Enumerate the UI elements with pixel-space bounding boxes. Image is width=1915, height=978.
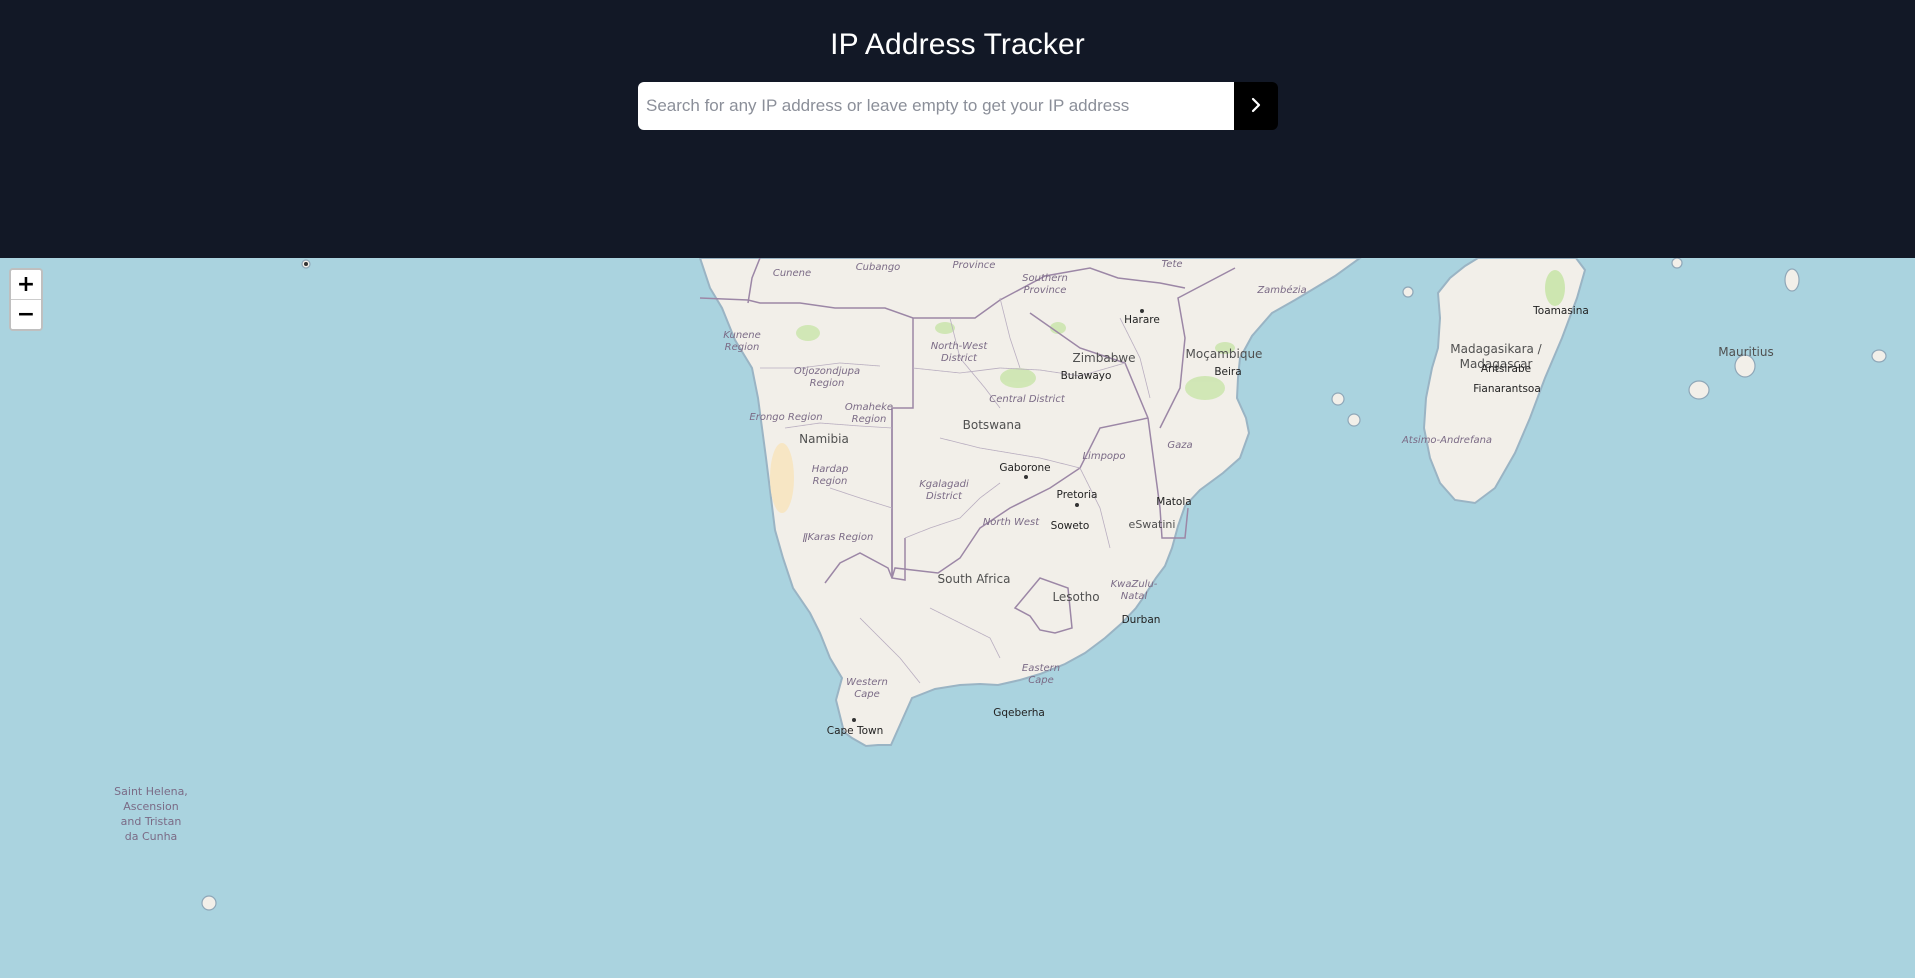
label-limpopo: Limpopo: [1082, 451, 1125, 462]
label-botswana: Botswana: [963, 418, 1022, 432]
label-saint-helena-1: Saint Helena,: [114, 785, 188, 798]
label-cuando-cubango: Cubango: [856, 262, 901, 273]
label-durban: Durban: [1122, 614, 1161, 626]
label-omaheke-1: Omaheke: [845, 402, 893, 413]
label-north-west-district-2: District: [941, 353, 978, 364]
madagascar-vegetation: [1545, 270, 1565, 306]
label-beira: Beira: [1214, 366, 1241, 378]
search-submit-button[interactable]: [1234, 82, 1278, 130]
label-south-africa: South Africa: [938, 572, 1011, 586]
label-tete: Tete: [1161, 259, 1182, 270]
label-kwazulu-1: KwaZulu-: [1111, 579, 1158, 590]
label-eastern-cape-2: Cape: [1028, 675, 1054, 686]
zoom-out-button[interactable]: −: [11, 300, 41, 329]
label-saint-helena-3: and Tristan: [121, 815, 182, 828]
label-soweto: Soweto: [1051, 520, 1090, 532]
label-kunene-2: Region: [725, 342, 760, 353]
header: IP Address Tracker: [0, 0, 1915, 258]
label-omaheke-2: Region: [852, 414, 887, 425]
label-hardap-1: Hardap: [812, 464, 849, 475]
label-kgalagadi-2: District: [926, 491, 963, 502]
label-central-district: Central District: [989, 394, 1066, 405]
label-gqeberha: Gqeberha: [993, 707, 1045, 719]
map-tiles: Namibia Botswana Zimbabwe Moçambique Sou…: [114, 258, 1887, 911]
ip-search-input[interactable]: [638, 82, 1234, 130]
label-saint-helena-2: Ascension: [123, 800, 179, 813]
label-namibia: Namibia: [799, 432, 849, 446]
map[interactable]: Namibia Botswana Zimbabwe Moçambique Sou…: [0, 258, 1915, 978]
label-eastern-cape-1: Eastern: [1022, 663, 1060, 674]
label-cunene: Cunene: [773, 268, 811, 279]
label-gaborone: Gaborone: [999, 462, 1050, 474]
label-otjozondjupa-1: Otjozondjupa: [794, 366, 860, 377]
page-title: IP Address Tracker: [830, 28, 1085, 61]
label-north-west: North West: [983, 517, 1040, 528]
label-erongo: Erongo Region: [749, 412, 822, 423]
label-matola: Matola: [1156, 496, 1191, 508]
label-kgalagadi-1: Kgalagadi: [919, 479, 969, 490]
zoom-in-button[interactable]: +: [11, 270, 41, 300]
label-eswatini: eSwatini: [1129, 518, 1176, 531]
label-mauritius: Mauritius: [1718, 345, 1773, 359]
label-north-west-district-1: North-West: [931, 341, 989, 352]
label-hardap-2: Region: [813, 476, 848, 487]
label-antsirabe: Antsirabe: [1481, 363, 1531, 375]
label-zimbabwe: Zimbabwe: [1072, 351, 1135, 365]
label-lesotho: Lesotho: [1052, 590, 1099, 604]
label-southern-1: Southern: [1022, 273, 1068, 284]
label-karas: ǁKaras Region: [803, 532, 874, 543]
label-mocambique: Moçambique: [1186, 347, 1263, 361]
label-harare: Harare: [1124, 314, 1160, 326]
label-kwazulu-2: Natal: [1121, 591, 1148, 602]
label-zambezia: Zambézia: [1256, 284, 1306, 296]
label-kunene-1: Kunene: [723, 330, 761, 341]
label-otjozondjupa-2: Region: [810, 378, 845, 389]
label-fianarantsoa: Fianarantsoa: [1473, 383, 1541, 395]
zoom-control: + −: [9, 268, 43, 331]
chevron-right-icon: [1250, 97, 1262, 116]
label-gaza: Gaza: [1167, 440, 1192, 451]
search-form: [638, 82, 1278, 130]
label-saint-helena-4: da Cunha: [125, 830, 178, 843]
label-madagascar-1: Madagasikara /: [1450, 342, 1542, 356]
label-atsimo: Atsimo-Andrefana: [1401, 435, 1492, 446]
label-province: Province: [953, 260, 996, 271]
label-toamasina: Toamasina: [1532, 305, 1589, 317]
label-cape-town: Cape Town: [827, 725, 884, 737]
label-southern-2: Province: [1024, 285, 1067, 296]
label-western-cape-2: Cape: [854, 689, 880, 700]
label-pretoria: Pretoria: [1057, 489, 1098, 501]
label-bulawayo: Bulawayo: [1061, 370, 1112, 382]
desert-patch: [770, 443, 794, 513]
label-western-cape-1: Western: [846, 677, 888, 688]
